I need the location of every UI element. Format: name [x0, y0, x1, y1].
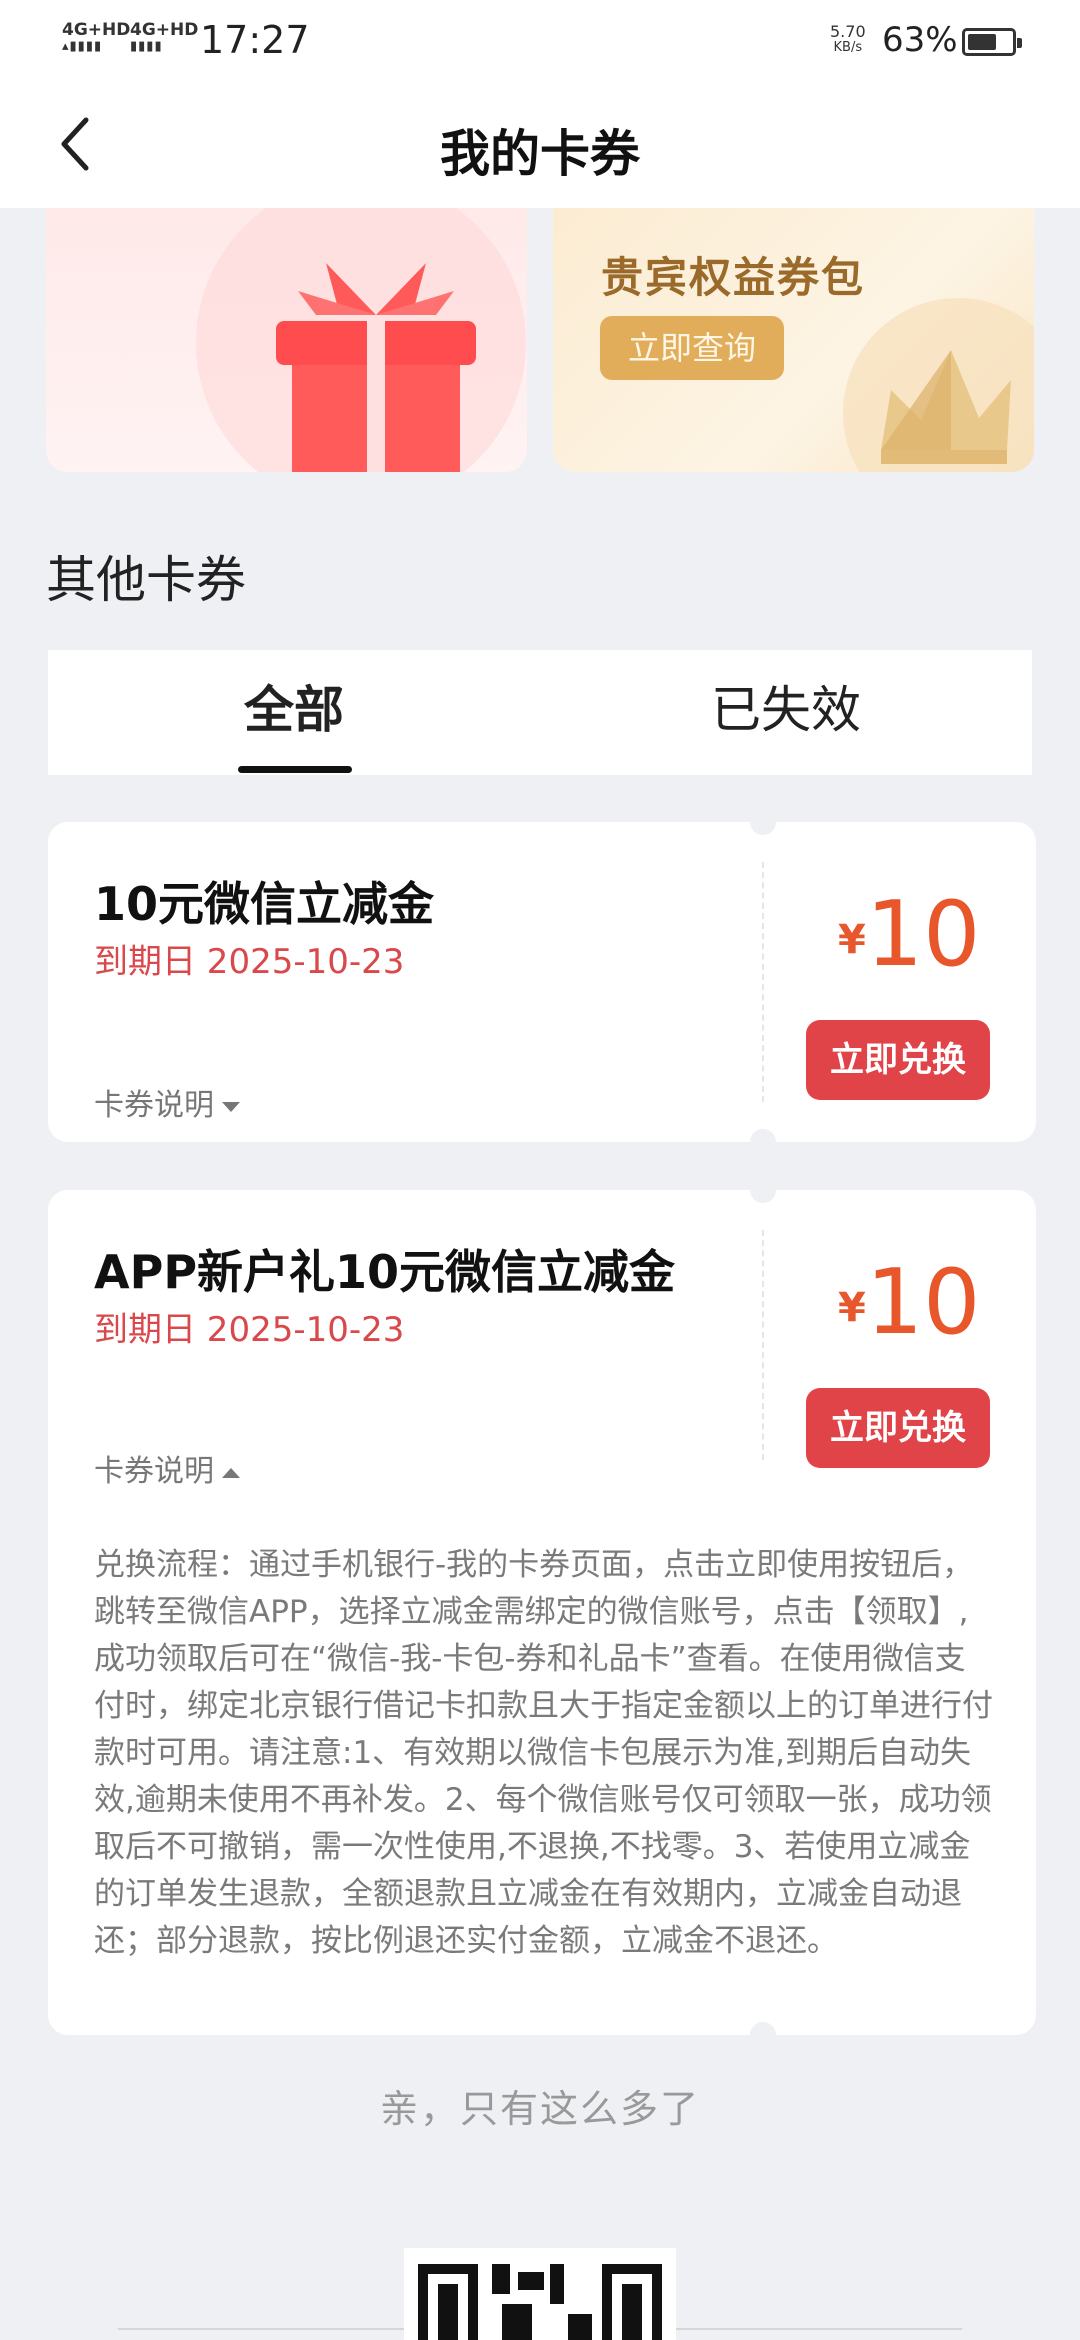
network-label-1: 4G+HD	[62, 20, 131, 40]
status-bar: 4G+HD ▴▮▮▮▮ 4G+HD ▮▮▮▮ 17:27 5.70 KB/s 6…	[0, 0, 1080, 84]
vip-banner-title: 贵宾权益券包	[601, 253, 866, 302]
currency-symbol: ¥	[838, 917, 866, 963]
qr-code-icon	[418, 2264, 662, 2340]
signal-bars-icon: ▴▮▮▮▮	[62, 39, 103, 54]
card-notch	[750, 1177, 776, 1203]
nav-bar: 我的卡券	[0, 84, 1080, 208]
tab-active-indicator	[238, 766, 352, 773]
coupon-amount: 10	[865, 882, 981, 987]
coupon-description: 兑换流程：通过手机银行-我的卡券页面，点击立即使用按钮后，跳转至微信APP，选择…	[94, 1547, 993, 1959]
section-title: 其他卡券	[46, 551, 246, 609]
status-time: 17:27	[200, 18, 310, 62]
coupon-expiry: 到期日 2025-10-23	[94, 1310, 405, 1350]
coupon-title: 10元微信立减金	[94, 877, 435, 931]
card-notch	[750, 2022, 776, 2048]
battery-nub	[1017, 38, 1022, 48]
tab-all[interactable]: 全部	[48, 650, 540, 775]
redeem-button[interactable]: 立即兑换	[806, 1020, 990, 1100]
coupon-note-label: 卡券说明	[94, 1454, 214, 1489]
end-of-list-note: 亲，只有这么多了	[379, 2087, 700, 2131]
vip-query-button[interactable]: 立即查询	[600, 316, 784, 380]
signal-1: 4G+HD ▴▮▮▮▮	[62, 22, 130, 55]
coupon-title: APP新户礼10元微信立减金	[94, 1245, 676, 1299]
battery-percent: 63%	[882, 20, 958, 60]
redeem-button[interactable]: 立即兑换	[806, 1388, 990, 1468]
caret-up-icon	[222, 1467, 240, 1478]
coupon-note-label: 卡券说明	[94, 1088, 214, 1123]
signal-bars-icon: ▮▮▮▮	[130, 39, 163, 54]
coupon-note-toggle[interactable]: 卡券说明	[94, 1080, 240, 1124]
card-notch	[750, 1129, 776, 1155]
card-divider	[762, 862, 764, 1102]
gift-banner[interactable]	[46, 208, 527, 472]
coupon-card: 10元微信立减金 到期日 2025-10-23 卡券说明 ¥10 立即兑换	[48, 809, 1036, 1155]
coupon-tabs: 全部 已失效	[48, 650, 1032, 775]
coupon-expiry: 到期日 2025-10-23	[94, 942, 405, 982]
tab-expired[interactable]: 已失效	[540, 650, 1032, 775]
qr-code[interactable]	[404, 2248, 676, 2340]
coupon-note-toggle[interactable]: 卡券说明	[94, 1446, 240, 1490]
network-label-2: 4G+HD	[130, 20, 199, 40]
signal-2: 4G+HD ▮▮▮▮	[130, 22, 198, 55]
speed-unit: KB/s	[833, 40, 863, 55]
card-divider	[762, 1230, 764, 1460]
coupon-card: APP新户礼10元微信立减金 到期日 2025-10-23 卡券说明 ¥10 立…	[48, 1177, 1036, 2048]
speed-value: 5.70	[830, 22, 866, 41]
vip-banner[interactable]: 贵宾权益券包 立即查询	[553, 208, 1034, 472]
coupon-amount: 10	[865, 1250, 981, 1355]
battery-fill	[968, 34, 996, 50]
network-speed: 5.70 KB/s	[830, 24, 866, 56]
coupon-price: ¥10	[838, 882, 1008, 987]
currency-symbol: ¥	[838, 1285, 866, 1331]
page-title: 我的卡券	[440, 125, 640, 183]
caret-down-icon	[222, 1101, 240, 1112]
gift-box-icon	[276, 263, 476, 472]
coupon-price: ¥10	[838, 1250, 1008, 1355]
card-notch	[750, 809, 776, 835]
battery-icon	[962, 28, 1022, 56]
crown-icon	[881, 350, 1011, 464]
